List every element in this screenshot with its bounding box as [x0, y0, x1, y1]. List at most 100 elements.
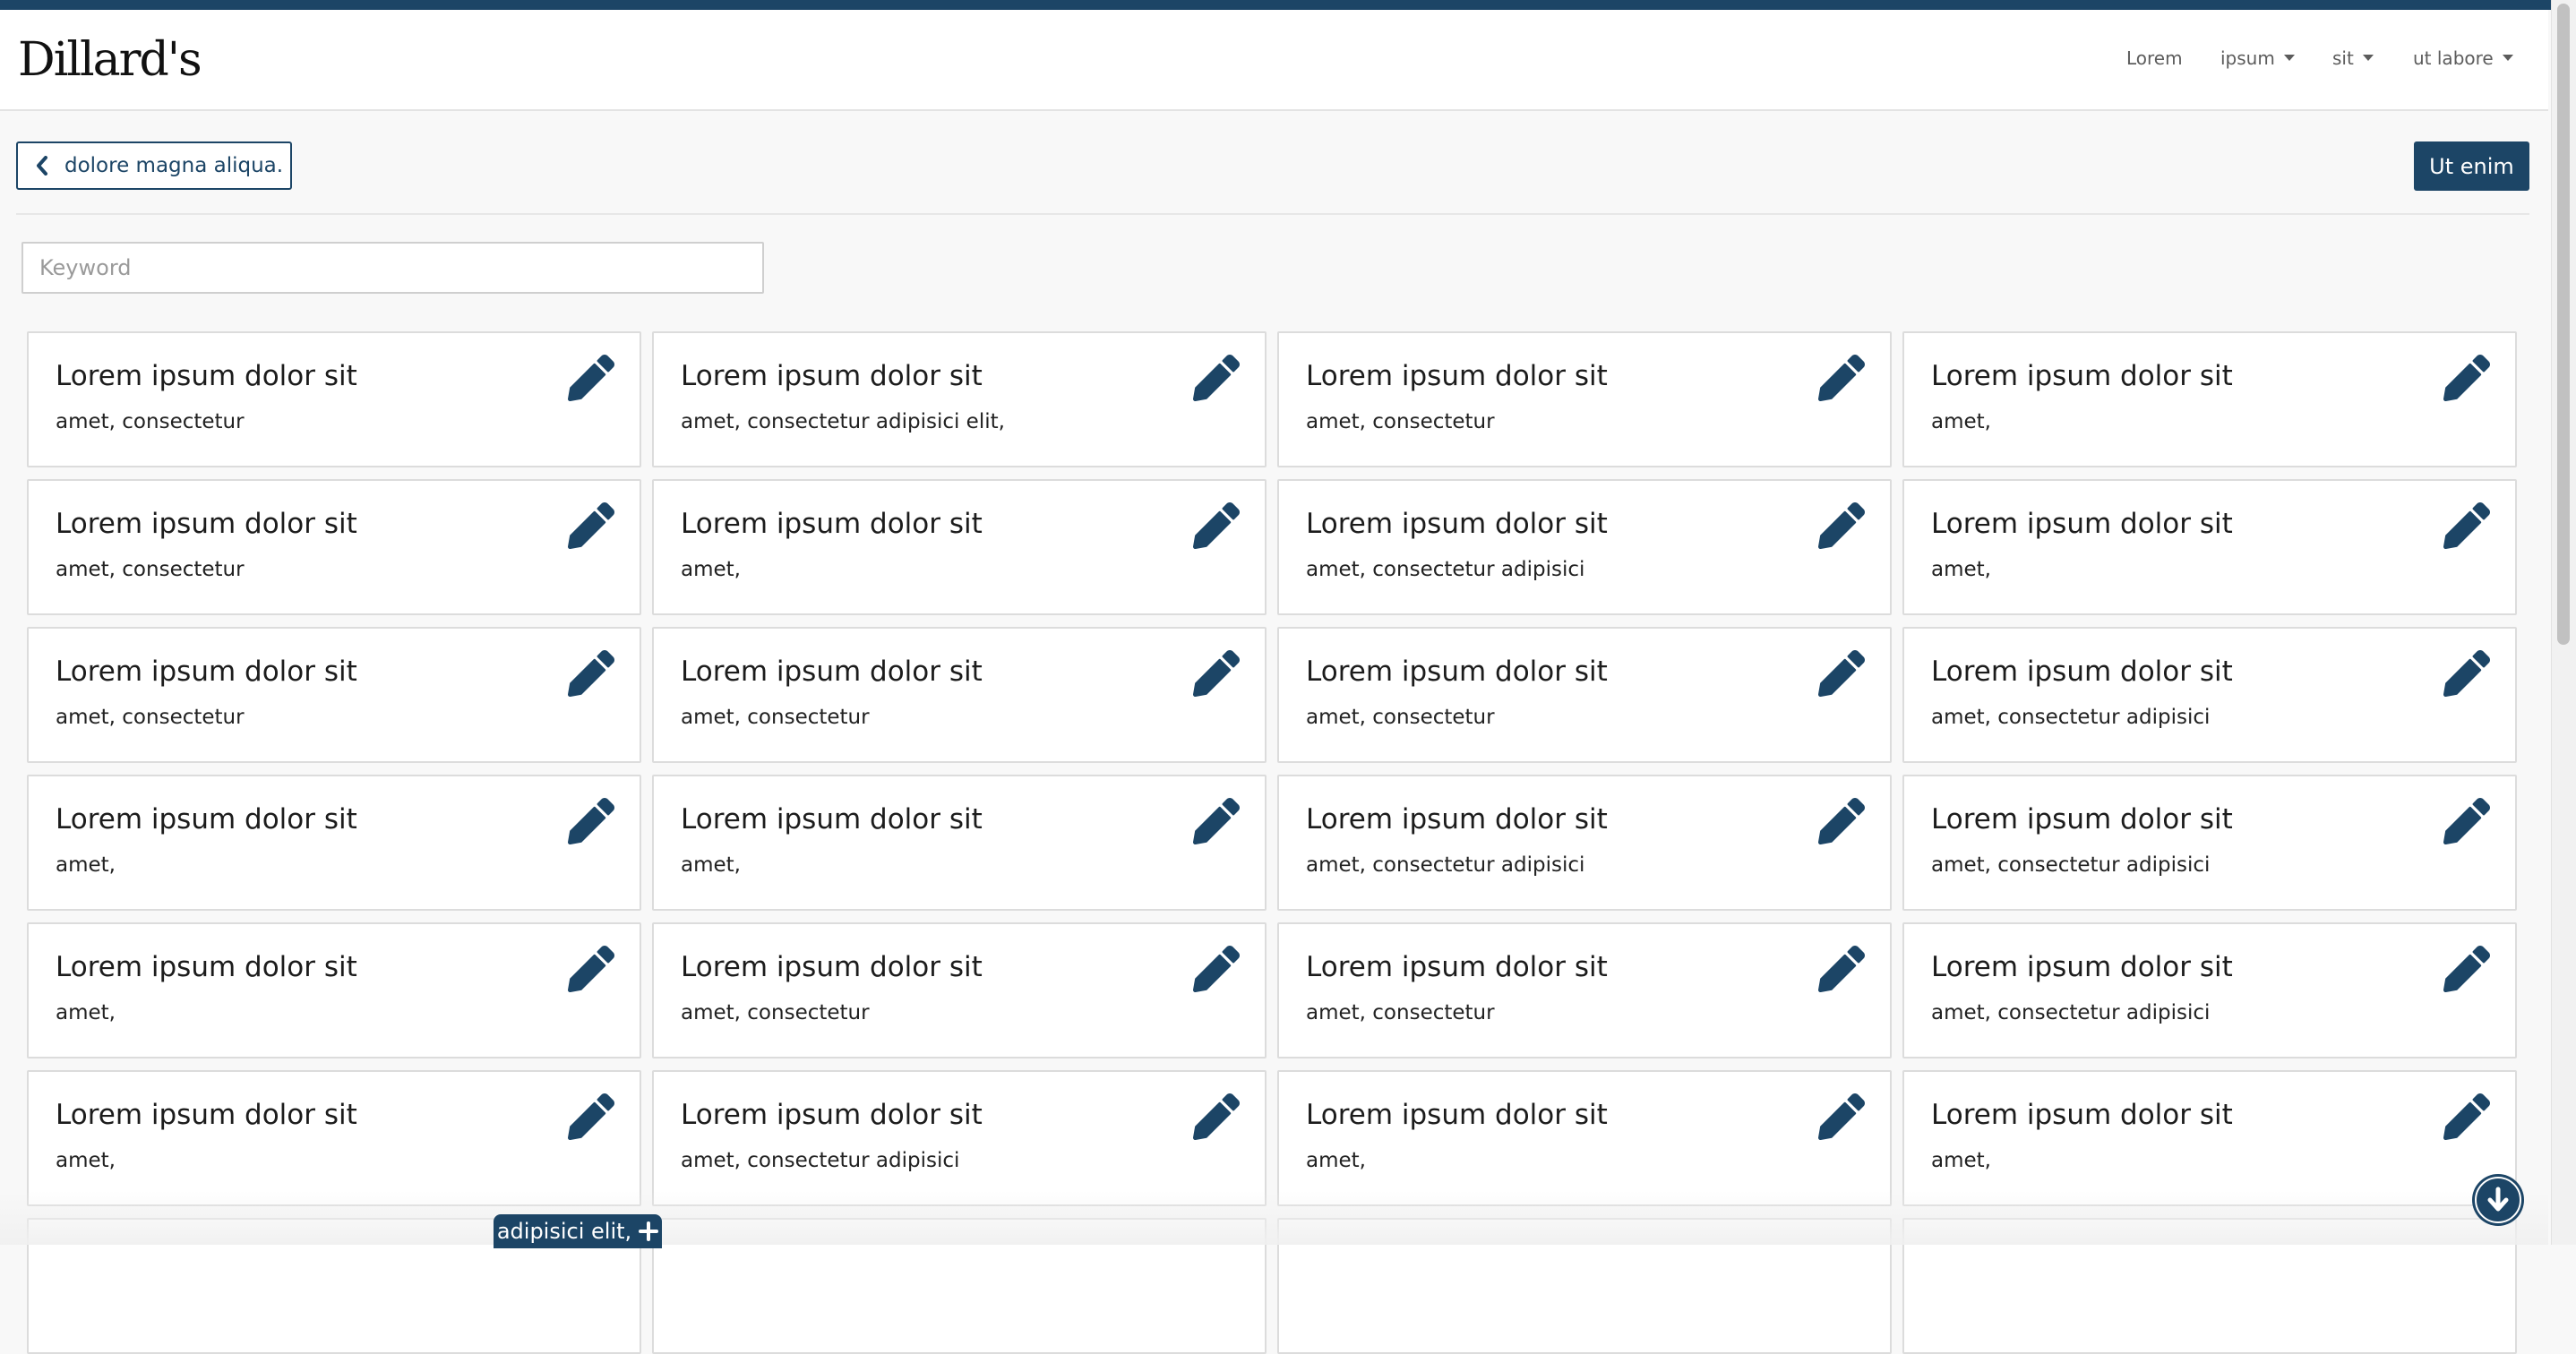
pencil-icon[interactable] [2443, 355, 2490, 401]
item-card[interactable]: Lorem ipsum dolor sit amet, consectetur [652, 627, 1267, 763]
card-title: Lorem ipsum dolor sit [1931, 1099, 2233, 1131]
nav-item-lorem[interactable]: Lorem [2126, 47, 2183, 69]
pencil-icon[interactable] [1193, 1093, 1240, 1140]
card-subtitle: amet, [56, 1149, 116, 1172]
card-subtitle: amet, consectetur adipisici elit, [681, 410, 1005, 433]
card-subtitle: amet, consectetur adipisici [1931, 853, 2211, 877]
nav-item-label: sit [2332, 47, 2354, 69]
item-card[interactable]: Lorem ipsum dolor sit amet, [27, 922, 641, 1058]
pencil-icon[interactable] [1193, 798, 1240, 844]
keyword-search-input[interactable] [21, 242, 764, 294]
scroll-down-button[interactable] [2472, 1174, 2524, 1226]
card-title: Lorem ipsum dolor sit [1306, 1099, 1608, 1131]
item-card[interactable]: Lorem ipsum dolor sit amet, consectetur a… [1902, 627, 2517, 763]
item-card[interactable]: Lorem ipsum dolor sit amet, [27, 1070, 641, 1206]
back-button[interactable]: dolore magna aliqua. [16, 141, 292, 190]
item-card[interactable]: Lorem ipsum dolor sit amet, consectetur [27, 479, 641, 615]
button-ring [2475, 1177, 2521, 1223]
scrollbar-thumb[interactable] [2557, 4, 2570, 645]
pencil-icon[interactable] [568, 1093, 614, 1140]
card-title: Lorem ipsum dolor sit [681, 803, 983, 836]
card-title: Lorem ipsum dolor sit [681, 360, 983, 392]
pencil-icon[interactable] [568, 502, 614, 549]
item-card[interactable]: Lorem ipsum dolor sit amet, consectetur a… [652, 1070, 1267, 1206]
pencil-icon[interactable] [2443, 798, 2490, 844]
nav-item-ut-labore-dropdown[interactable]: ut labore [2413, 47, 2513, 69]
pencil-icon[interactable] [1193, 650, 1240, 697]
card-title: Lorem ipsum dolor sit [1306, 508, 1608, 540]
pencil-icon[interactable] [568, 650, 614, 697]
card-subtitle: amet, [681, 558, 741, 581]
item-card[interactable]: Lorem ipsum dolor sit amet, consectetur [27, 627, 641, 763]
item-card[interactable]: Lorem ipsum dolor sit amet, [652, 775, 1267, 911]
pencil-icon[interactable] [1818, 946, 1865, 992]
item-card[interactable]: Lorem ipsum dolor sit amet, consectetur [1277, 331, 1892, 467]
pencil-icon[interactable] [1193, 502, 1240, 549]
card-title: Lorem ipsum dolor sit [681, 951, 983, 983]
item-card[interactable]: Lorem ipsum dolor sit amet, [1277, 1070, 1892, 1206]
item-card-grid: Lorem ipsum dolor sit amet, consectetur Lo… [27, 331, 2519, 1354]
card-subtitle: amet, consectetur [56, 706, 245, 729]
item-card[interactable]: Lorem ipsum dolor sit amet, consectetur a… [1902, 775, 2517, 911]
card-subtitle: amet, [1931, 558, 1991, 581]
card-subtitle: amet, [681, 853, 741, 877]
nav-item-label: Lorem [2126, 47, 2183, 69]
pencil-icon[interactable] [2443, 650, 2490, 697]
item-card[interactable]: Lorem ipsum dolor sit amet, consectetur a… [652, 331, 1267, 467]
item-card[interactable]: Lorem ipsum dolor sit amet, consectetur a… [1277, 775, 1892, 911]
item-card[interactable]: Lorem ipsum dolor sit amet, [27, 775, 641, 911]
pencil-icon[interactable] [1818, 502, 1865, 549]
pencil-icon[interactable] [568, 355, 614, 401]
card-title: Lorem ipsum dolor sit [681, 508, 983, 540]
card-title: Lorem ipsum dolor sit [1306, 360, 1608, 392]
pencil-icon[interactable] [1818, 355, 1865, 401]
pencil-icon[interactable] [2443, 502, 2490, 549]
card-subtitle: amet, consectetur [1306, 410, 1495, 433]
item-card[interactable]: Lorem ipsum dolor sit amet, consectetur [27, 331, 641, 467]
card-subtitle: amet, consectetur [1306, 1001, 1495, 1024]
pencil-icon[interactable] [1193, 355, 1240, 401]
item-card[interactable]: Lorem ipsum dolor sit amet, consectetur [652, 922, 1267, 1058]
brand-logo[interactable]: Dillard's [18, 33, 202, 87]
pencil-icon[interactable] [2443, 946, 2490, 992]
item-card[interactable]: Lorem ipsum dolor sit amet, consectetur a… [1277, 479, 1892, 615]
card-title: Lorem ipsum dolor sit [56, 508, 357, 540]
item-card[interactable]: Lorem ipsum dolor sit amet, consectetur a… [1902, 922, 2517, 1058]
card-title: Lorem ipsum dolor sit [1931, 656, 2233, 688]
add-item-button[interactable]: adipisici elit, [494, 1214, 662, 1248]
caret-down-icon [2283, 55, 2295, 61]
item-card[interactable]: Lorem ipsum dolor sit amet, consectetur [1277, 627, 1892, 763]
pencil-icon[interactable] [1818, 798, 1865, 844]
pencil-icon[interactable] [2443, 1093, 2490, 1140]
pencil-icon[interactable] [1818, 1093, 1865, 1140]
caret-down-icon [2362, 55, 2374, 61]
pencil-icon[interactable] [568, 946, 614, 992]
pencil-icon[interactable] [568, 798, 614, 844]
card-title: Lorem ipsum dolor sit [1306, 951, 1608, 983]
card-title: Lorem ipsum dolor sit [681, 656, 983, 688]
item-card[interactable]: Lorem ipsum dolor sit amet, [1902, 331, 2517, 467]
nav-item-sit-dropdown[interactable]: sit [2332, 47, 2374, 69]
item-card[interactable]: Lorem ipsum dolor sit amet, consectetur [1277, 922, 1892, 1058]
card-title: Lorem ipsum dolor sit [681, 1099, 983, 1131]
pencil-icon[interactable] [1193, 946, 1240, 992]
card-subtitle: amet, consectetur [681, 1001, 870, 1024]
item-card[interactable]: Lorem ipsum dolor sit amet, [652, 479, 1267, 615]
pencil-icon[interactable] [1818, 650, 1865, 697]
top-navbar: Dillard's Lorem ipsum sit ut labore [0, 10, 2548, 111]
card-title: Lorem ipsum dolor sit [1306, 803, 1608, 836]
card-title: Lorem ipsum dolor sit [56, 1099, 357, 1131]
card-subtitle: amet, consectetur adipisici [1931, 1001, 2211, 1024]
card-title: Lorem ipsum dolor sit [1931, 508, 2233, 540]
back-button-label: dolore magna aliqua. [64, 154, 284, 177]
card-title: Lorem ipsum dolor sit [1306, 656, 1608, 688]
nav-item-ipsum-dropdown[interactable]: ipsum [2220, 47, 2295, 69]
item-card[interactable]: Lorem ipsum dolor sit amet, [1902, 479, 2517, 615]
card-subtitle: amet, [1931, 410, 1991, 433]
card-subtitle: amet, [1306, 1149, 1366, 1172]
item-card[interactable]: Lorem ipsum dolor sit amet, [1902, 1070, 2517, 1206]
card-subtitle: amet, consectetur adipisici [681, 1149, 960, 1172]
add-item-label: adipisici elit, [496, 1219, 632, 1244]
ut-enim-button[interactable]: Ut enim [2414, 141, 2529, 191]
card-subtitle: amet, consectetur [681, 706, 870, 729]
